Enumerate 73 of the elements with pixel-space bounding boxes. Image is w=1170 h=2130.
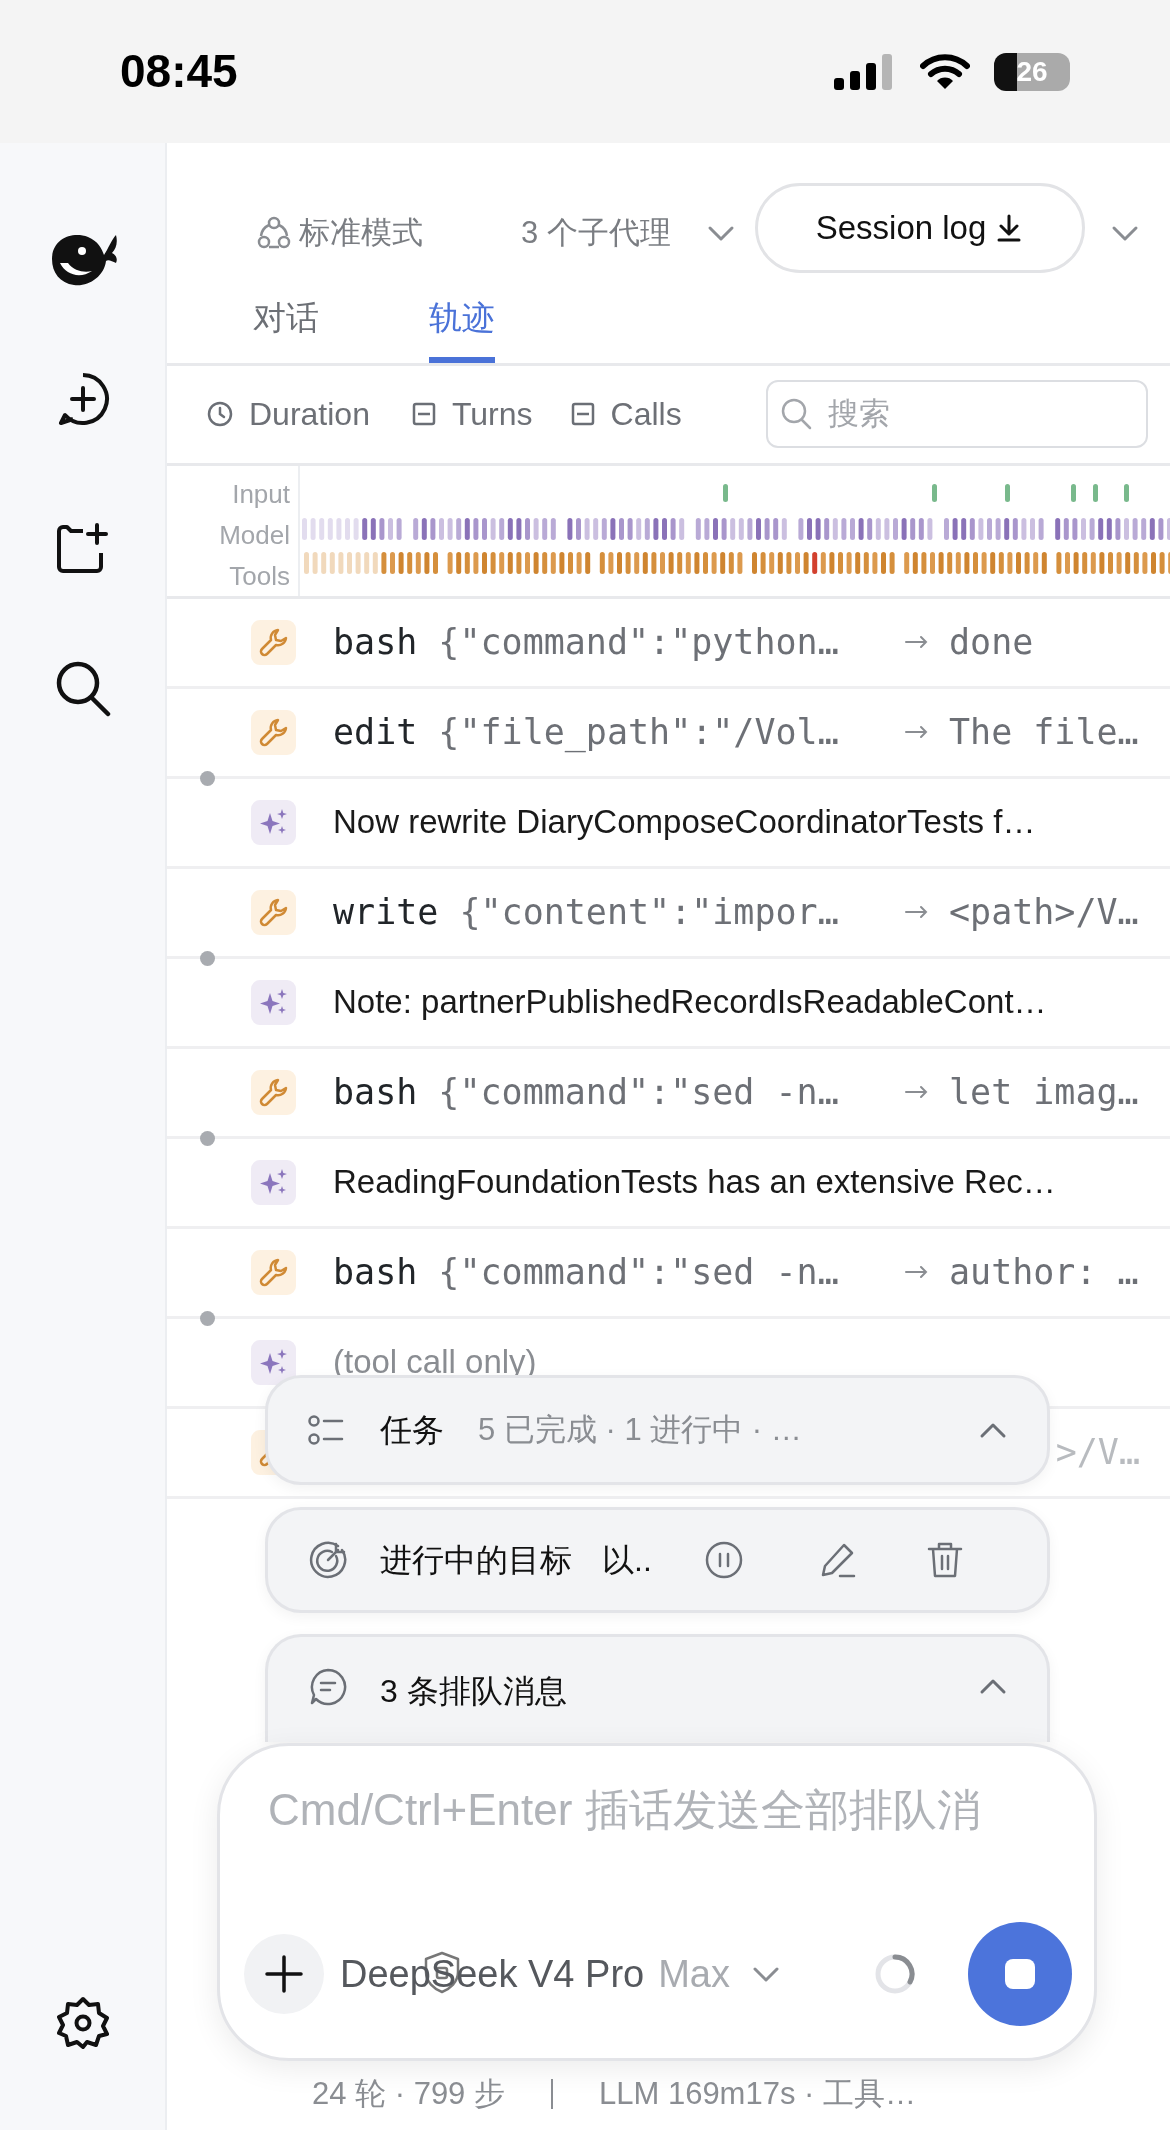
tasks-title: 任务 [380, 1411, 444, 1450]
stats-text: LLM 169m17s · 工具… [599, 2075, 916, 2113]
tool-call-text: edit {"file_path":"/Vol… [333, 710, 840, 755]
turn-marker [200, 770, 215, 786]
turn-marker [200, 1130, 215, 1146]
chevron-up-icon [979, 1677, 1007, 1696]
spinner-icon [874, 1953, 916, 1995]
turn-marker [200, 950, 215, 966]
arrow-right-icon [905, 725, 929, 739]
wrench-icon [258, 717, 289, 747]
wrench-icon [258, 1077, 289, 1107]
assistant-message: Now rewrite DiaryComposeCoordinatorTests f… [333, 802, 1036, 843]
assistant-message: Note: partnerPublishedRecordIsReadableCont… [333, 982, 1047, 1023]
tool-result-text: <path>/V… [949, 890, 1139, 934]
lane-label: Tools [228, 559, 290, 593]
nodes-icon [257, 216, 291, 250]
arrow-right-icon [905, 1265, 929, 1279]
search-icon [780, 397, 814, 431]
tool-result-text: author: … [949, 1250, 1139, 1294]
tool-result-text: let imag… [949, 1070, 1139, 1114]
tool-call-text: write {"content":"impor… [333, 890, 840, 934]
filter-button[interactable]: Calls [570, 390, 682, 438]
tasks-panel[interactable]: 任务 5 已完成 · 1 进行中 · … [265, 1375, 1050, 1485]
arrow-right-icon [905, 905, 929, 919]
wrench-icon [258, 897, 289, 927]
arrow-right-icon [905, 1085, 929, 1099]
subagents-label[interactable]: 3 个子代理 [521, 209, 671, 257]
settings-icon[interactable] [55, 1996, 110, 2050]
lane-label: Input [231, 477, 290, 511]
collapse-icon [411, 402, 436, 426]
clock-icon [207, 401, 233, 427]
collapse-icon [570, 402, 595, 426]
lane-label: Model [218, 518, 290, 552]
queue-panel[interactable]: 3 条排队消息 [265, 1634, 1050, 1742]
session-log-button[interactable]: Session log [755, 183, 1085, 273]
folder-plus-icon[interactable] [56, 523, 109, 573]
filter-button[interactable]: Turns [411, 390, 533, 438]
chevron-down-icon [1110, 224, 1139, 242]
wrench-icon [258, 627, 289, 657]
target-icon [308, 1540, 348, 1580]
plus-icon [264, 1954, 304, 1994]
tool-result-text: >/V… [1055, 1430, 1140, 1474]
tool-result-text: done [949, 620, 1034, 664]
message-input[interactable]: Cmd/Ctrl+Enter 插话发送全部排队消 [266, 1776, 1066, 1844]
pause-icon [703, 1540, 744, 1580]
stop-icon [1004, 1958, 1036, 1990]
wrench-icon [258, 1257, 289, 1287]
arrow-right-icon [905, 635, 929, 649]
tasks-summary: 5 已完成 · 1 进行中 · … [478, 1410, 802, 1449]
filter-button[interactable]: Duration [207, 390, 370, 438]
assistant-message: ReadingFoundationTests has an extensive Rec… [333, 1162, 1056, 1203]
status-time: 08:45 [120, 44, 238, 99]
tool-call-text: bash {"command":"python… [333, 620, 840, 664]
wifi-icon [920, 52, 970, 91]
search-field[interactable]: 搜索 [766, 380, 1148, 448]
message-icon [308, 1667, 348, 1707]
tool-call-text: bash {"command":"sed -n… [333, 1070, 840, 1114]
goal-title: 进行中的目标 [380, 1541, 572, 1580]
tool-result-text: The file… [949, 710, 1139, 754]
checklist-icon [308, 1415, 344, 1445]
trash-icon [925, 1540, 964, 1580]
tab[interactable]: 轨迹 [429, 293, 495, 363]
tab[interactable]: 对话 [253, 293, 319, 363]
pause-button[interactable] [703, 1540, 744, 1580]
delete-button[interactable] [925, 1540, 964, 1580]
queue-title: 3 条排队消息 [380, 1672, 567, 1711]
stats-text: 24 轮 · 799 步 [312, 2075, 505, 2113]
tool-call-text: bash {"command":"sed -n… [333, 1250, 840, 1294]
goal-text: 以.. [602, 1541, 652, 1580]
battery-level: 26 [994, 52, 1070, 91]
chevron-down-icon [706, 224, 735, 242]
mode-label[interactable]: 标准模式 [299, 209, 423, 257]
turn-marker [200, 1310, 215, 1326]
